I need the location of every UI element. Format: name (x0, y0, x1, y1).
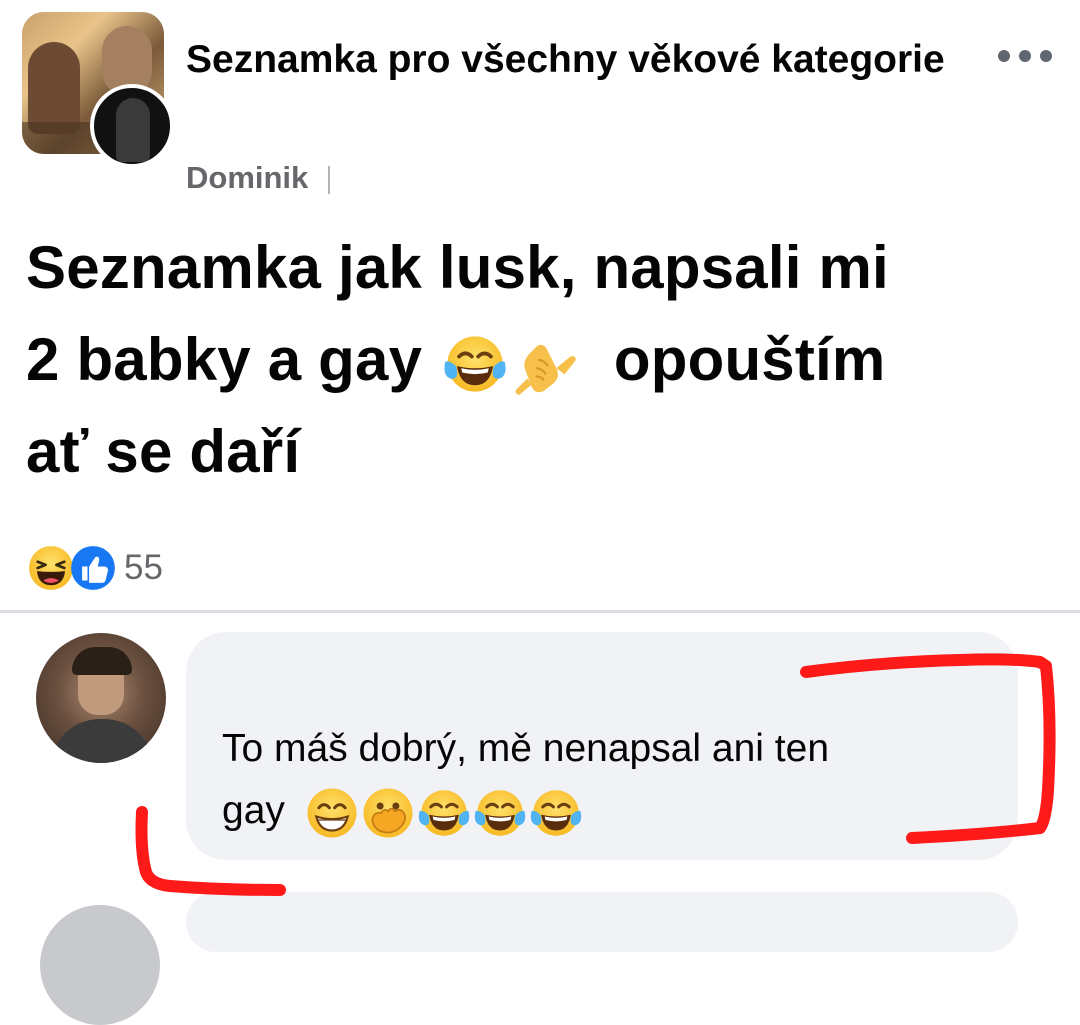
next-commenter-avatar[interactable] (40, 905, 160, 1025)
comment-text-line-1: To máš dobrý, mě nenapsal ani ten (222, 727, 830, 770)
reaction-count: 55 (124, 548, 163, 587)
comment-text: To máš dobrý, mě nenapsal ani ten gay (222, 718, 1002, 842)
reactions-summary[interactable]: 55 (26, 538, 163, 598)
tears-of-joy-emoji (416, 785, 472, 841)
more-options-icon[interactable] (998, 44, 1060, 68)
group-avatar[interactable] (22, 12, 174, 168)
call-me-hand-emoji (513, 330, 579, 398)
next-comment-bubble[interactable] (186, 892, 1018, 952)
divider (0, 610, 1080, 613)
post-text-line-1: Seznamka jak lusk, napsali mi (26, 234, 889, 301)
grinning-emoji (304, 785, 360, 841)
face-with-hand-over-mouth-emoji (360, 785, 416, 841)
tears-of-joy-emoji (528, 785, 584, 841)
tears-of-joy-emoji (441, 330, 509, 398)
post-text-line-3: ať se daří (26, 418, 301, 485)
commenter-avatar[interactable] (36, 633, 166, 763)
post-text-line-2: 2 babky a gay opouštím (26, 314, 1056, 406)
author-name-link[interactable]: Dominik (186, 160, 308, 196)
like-reaction-icon (68, 543, 118, 593)
tears-of-joy-emoji (472, 785, 528, 841)
author-separator (328, 166, 330, 194)
group-name-link[interactable]: Seznamka pro všechny věkové kategorie (186, 34, 946, 85)
post-body: Seznamka jak lusk, napsali mi 2 babky a … (26, 222, 1056, 498)
author-avatar[interactable] (90, 84, 174, 168)
comment-text-line-2: gay (222, 780, 1002, 842)
